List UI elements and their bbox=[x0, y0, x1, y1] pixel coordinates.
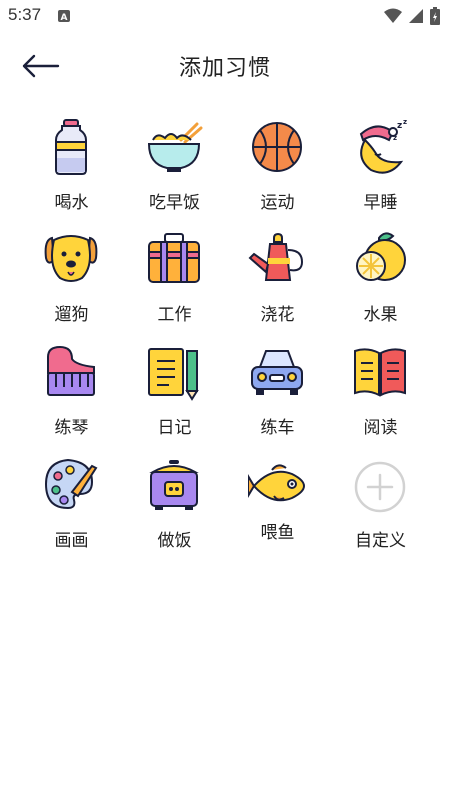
rice-cooker-icon bbox=[149, 460, 199, 510]
notification-a-icon: A bbox=[58, 10, 70, 22]
habit-item-diary[interactable]: 日记 bbox=[123, 343, 226, 455]
diary-icon bbox=[148, 348, 199, 401]
habit-label: 喂鱼 bbox=[260, 523, 295, 543]
habit-label: 吃早饭 bbox=[149, 193, 200, 213]
fish-icon bbox=[248, 464, 306, 502]
habit-label: 喝水 bbox=[54, 193, 89, 213]
signal-icon bbox=[409, 9, 423, 23]
sleeping-moon-icon: z z z bbox=[359, 118, 407, 174]
habit-item-sleep-early[interactable]: z z z 早睡 bbox=[329, 118, 432, 230]
habit-item-cooking[interactable]: 做饭 bbox=[123, 456, 226, 568]
svg-text:z: z bbox=[403, 118, 407, 126]
habit-label: 运动 bbox=[260, 193, 295, 213]
habit-item-exercise[interactable]: 运动 bbox=[226, 118, 329, 230]
status-time: 5:37 bbox=[8, 5, 42, 24]
svg-text:z: z bbox=[393, 134, 397, 142]
water-bottle-icon bbox=[55, 119, 87, 175]
watering-can-icon bbox=[248, 232, 304, 281]
habit-item-fruit[interactable]: 水果 bbox=[329, 230, 432, 342]
habit-item-drawing[interactable]: 画画 bbox=[20, 456, 123, 568]
habit-label: 遛狗 bbox=[54, 305, 89, 325]
add-circle-icon bbox=[354, 461, 406, 513]
battery-icon bbox=[430, 7, 440, 25]
wifi-icon bbox=[384, 8, 402, 23]
habit-label: 工作 bbox=[157, 305, 192, 325]
svg-text:A: A bbox=[61, 13, 68, 22]
habit-label: 画画 bbox=[54, 531, 89, 551]
piano-icon bbox=[47, 345, 95, 396]
status-bar: 5:37 A bbox=[0, 0, 450, 30]
briefcase-icon bbox=[148, 233, 200, 283]
habit-label: 阅读 bbox=[363, 418, 398, 438]
habit-label: 做饭 bbox=[157, 531, 192, 551]
habit-item-piano[interactable]: 练琴 bbox=[20, 343, 123, 455]
status-indicators bbox=[384, 7, 440, 25]
habit-item-water[interactable]: 喝水 bbox=[20, 118, 123, 230]
habit-item-custom[interactable]: 自定义 bbox=[329, 456, 432, 568]
basketball-icon bbox=[252, 122, 302, 172]
habit-item-water-plants[interactable]: 浇花 bbox=[226, 230, 329, 342]
habit-label: 早睡 bbox=[363, 193, 398, 213]
dog-icon bbox=[44, 235, 98, 282]
page-title: 添加习惯 bbox=[178, 56, 271, 81]
habit-label: 水果 bbox=[363, 305, 398, 325]
habit-label: 练车 bbox=[260, 418, 295, 438]
car-icon bbox=[251, 350, 303, 395]
noodle-bowl-icon bbox=[147, 122, 203, 172]
habit-label: 自定义 bbox=[355, 531, 406, 551]
header: 添加习惯 bbox=[0, 36, 450, 96]
habit-item-work[interactable]: 工作 bbox=[123, 230, 226, 342]
habit-label: 练琴 bbox=[54, 418, 89, 438]
habit-item-reading[interactable]: 阅读 bbox=[329, 343, 432, 455]
habit-item-feed-fish[interactable]: 喂鱼 bbox=[226, 456, 329, 568]
habit-label: 日记 bbox=[157, 418, 192, 438]
palette-icon bbox=[44, 458, 98, 510]
habit-label: 浇花 bbox=[260, 305, 295, 325]
habit-item-walk-dog[interactable]: 遛狗 bbox=[20, 230, 123, 342]
habit-item-driving[interactable]: 练车 bbox=[226, 343, 329, 455]
habit-item-breakfast[interactable]: 吃早饭 bbox=[123, 118, 226, 230]
svg-text:z: z bbox=[397, 121, 402, 131]
lemon-icon bbox=[356, 232, 406, 281]
book-icon bbox=[354, 348, 406, 397]
